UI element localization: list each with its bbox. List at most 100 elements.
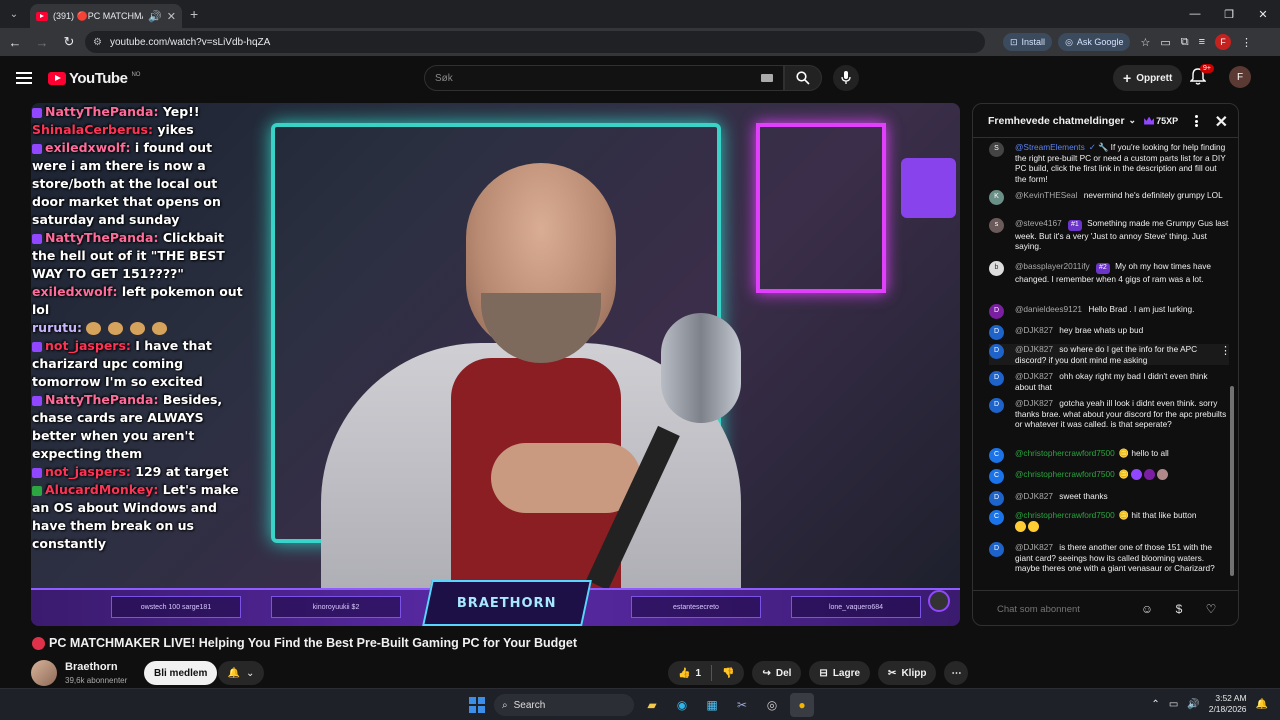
windows-start-icon[interactable] [466, 694, 488, 716]
chat-message[interactable]: D @DJK827 hey brae whats up bud [989, 325, 1229, 340]
edge-icon[interactable]: ◉ [670, 693, 694, 717]
chat-message[interactable]: C @christophercrawford7500 🪙 hello to all [989, 448, 1229, 463]
super-chat-icon[interactable]: $ [1171, 601, 1187, 617]
taskbar-search-label: Search [513, 699, 546, 711]
close-window-icon[interactable]: ✕ [1246, 0, 1280, 28]
chat-scrollbar-thumb[interactable] [1230, 386, 1234, 576]
voice-search-button[interactable] [833, 65, 859, 91]
speaker-icon[interactable]: 🔊 [148, 10, 162, 23]
browser-tab[interactable]: (391) 🔴PC MATCHMAKER LIVE 🔊 ✕ [30, 4, 182, 28]
reload-icon[interactable]: ↻ [57, 30, 81, 54]
like-count: 1 [695, 667, 702, 679]
chevron-down-icon[interactable]: ⌄ [1129, 115, 1137, 126]
close-chat-icon[interactable]: ✕ [1215, 112, 1228, 132]
address-url[interactable]: youtube.com/watch?v=sLiVdb-hqZA [110, 37, 977, 48]
bookmark-star-icon[interactable]: ☆ [1140, 36, 1150, 49]
ask-google-button[interactable]: ◎ Ask Google [1058, 33, 1131, 51]
chat-message[interactable]: D @danieldees9121 Hello Brad . I am just… [989, 304, 1229, 319]
file-explorer-icon[interactable]: ▰ [640, 693, 664, 717]
youtube-play-icon [48, 71, 66, 85]
live-dot-icon [32, 636, 45, 650]
thumbs-up-icon: 👍 [678, 667, 691, 679]
youtube-logo[interactable]: YouTube NO [48, 70, 140, 87]
chat-author: @DJK827 [1015, 491, 1053, 501]
chat-mode-selector[interactable]: Fremhevede chatmeldinger [988, 115, 1125, 127]
tab-search-chevron-icon[interactable]: ⌄ [4, 4, 24, 24]
chat-message[interactable]: D @DJK827 is there another one of those … [989, 542, 1229, 574]
like-button[interactable]: 👍 1 [668, 661, 711, 685]
restore-icon[interactable]: ❐ [1212, 0, 1246, 28]
xp-badge[interactable]: 75XP [1144, 116, 1178, 126]
overlay-chat-line: NattyThePanda: Clickbait the hell out of… [32, 230, 225, 281]
chat-message[interactable]: D @DJK827 ohh okay right my bad I didn't… [989, 371, 1229, 392]
chat-menu-icon[interactable] [1195, 115, 1198, 127]
clock[interactable]: 3:52 AM 2/18/2026 [1209, 693, 1247, 715]
browser-profile-avatar[interactable]: F [1215, 34, 1232, 50]
emoji-icon [1015, 520, 1026, 532]
emoji-picker-icon[interactable]: ☺ [1139, 601, 1155, 617]
video-player[interactable]: NattyThePanda: Yep!! ShinalaCerberus: yi… [31, 103, 960, 626]
chat-avatar: C [989, 448, 1004, 463]
browser-menu-icon[interactable]: ⋮ [1241, 36, 1252, 49]
create-button[interactable]: + Opprett [1113, 65, 1183, 91]
omnibox[interactable]: ⚙ youtube.com/watch?v=sLiVdb-hqZA [85, 31, 985, 53]
notifications-button[interactable]: 9+ [1189, 64, 1214, 88]
chrome-icon[interactable]: ● [790, 693, 814, 717]
chat-message[interactable]: S @StreamElements ✓ 🔧 If you're looking f… [989, 142, 1229, 184]
minimize-icon[interactable]: — [1178, 0, 1212, 28]
search-input[interactable]: Søk [424, 65, 784, 91]
heart-icon[interactable]: ♡ [1203, 601, 1219, 617]
chat-message[interactable]: K @KevinTHESeal nevermind he's definitel… [989, 190, 1229, 205]
snipping-tool-icon[interactable]: ✂ [730, 693, 754, 717]
bookmark-icon: ⊟ [819, 667, 828, 679]
menu-icon[interactable] [16, 72, 32, 84]
notification-settings-button[interactable]: 🔔 ⌄ [218, 661, 264, 685]
chat-author: @StreamElements [1015, 142, 1085, 152]
notification-bell-icon[interactable]: 🔔 [1256, 699, 1268, 710]
tray-overflow-icon[interactable]: ⌃ [1151, 699, 1159, 710]
volume-icon[interactable]: 🔊 [1187, 699, 1199, 710]
chat-author: @DJK827 [1015, 398, 1053, 408]
steam-icon[interactable]: ◎ [760, 693, 784, 717]
dislike-button[interactable]: 👎 [712, 661, 744, 685]
chat-message-hovered[interactable]: D @DJK827 so where do I get the info for… [989, 344, 1231, 365]
install-button[interactable]: ⊡ Install [1003, 33, 1053, 51]
chat-message[interactable]: C @christophercrawford7500 🪙 [989, 469, 1229, 484]
chat-message[interactable]: C @christophercrawford7500 🪙 hit that lik… [989, 510, 1229, 532]
account-avatar[interactable]: F [1229, 66, 1251, 88]
chat-author: @DJK827 [1015, 325, 1053, 335]
chat-message[interactable]: D @DJK827 sweet thanks [989, 491, 1229, 506]
extensions-icon[interactable]: ⧉ [1181, 36, 1189, 49]
taskbar-search[interactable]: ⌕ Search [494, 694, 634, 716]
close-tab-icon[interactable]: ✕ [167, 10, 176, 23]
channel-name[interactable]: Braethorn [65, 661, 118, 673]
overlay-recent-box-2: kinoroyuukii $2 [271, 596, 401, 618]
chat-text: Hello Brad . I am just lurking. [1088, 304, 1195, 314]
network-icon[interactable]: ▭ [1169, 699, 1178, 710]
stream-logo-icon [928, 590, 950, 612]
video-title-text: PC MATCHMAKER LIVE! Helping You Find the… [49, 636, 578, 650]
new-tab-icon[interactable]: + [190, 6, 198, 22]
clip-button[interactable]: ✂ Klipp [878, 661, 937, 685]
store-icon[interactable]: ▦ [700, 693, 724, 717]
chat-scrollbar[interactable] [1230, 146, 1234, 586]
browser-tab-strip: ⌄ (391) 🔴PC MATCHMAKER LIVE 🔊 ✕ + — ❐ ✕ [0, 0, 1280, 28]
keyboard-icon[interactable] [761, 74, 773, 82]
chat-message[interactable]: b @bassplayer2011ify #2 My oh my how tim… [989, 261, 1229, 284]
cast-icon[interactable]: ▭ [1160, 36, 1170, 49]
overlay-chat-line: rurutu: [32, 319, 246, 337]
reading-list-icon[interactable]: ≡ [1199, 36, 1205, 48]
share-button[interactable]: ↪ Del [752, 661, 802, 685]
channel-avatar[interactable] [31, 660, 57, 686]
emoji-icon [1144, 469, 1156, 481]
more-actions-button[interactable]: ⋯ [944, 661, 969, 685]
chat-message[interactable]: s @steve4167 #1 Something made me Grumpy… [989, 218, 1229, 252]
join-button[interactable]: Bli medlem [144, 661, 218, 685]
chat-message[interactable]: D @DJK827 gotcha yeah ill look i didnt e… [989, 398, 1229, 430]
chat-input[interactable] [985, 598, 1155, 620]
site-info-icon[interactable]: ⚙ [93, 37, 102, 48]
forward-icon[interactable]: → [30, 30, 54, 54]
save-button[interactable]: ⊟ Lagre [809, 661, 871, 685]
back-icon[interactable]: ← [3, 30, 27, 54]
search-button[interactable] [784, 65, 822, 91]
